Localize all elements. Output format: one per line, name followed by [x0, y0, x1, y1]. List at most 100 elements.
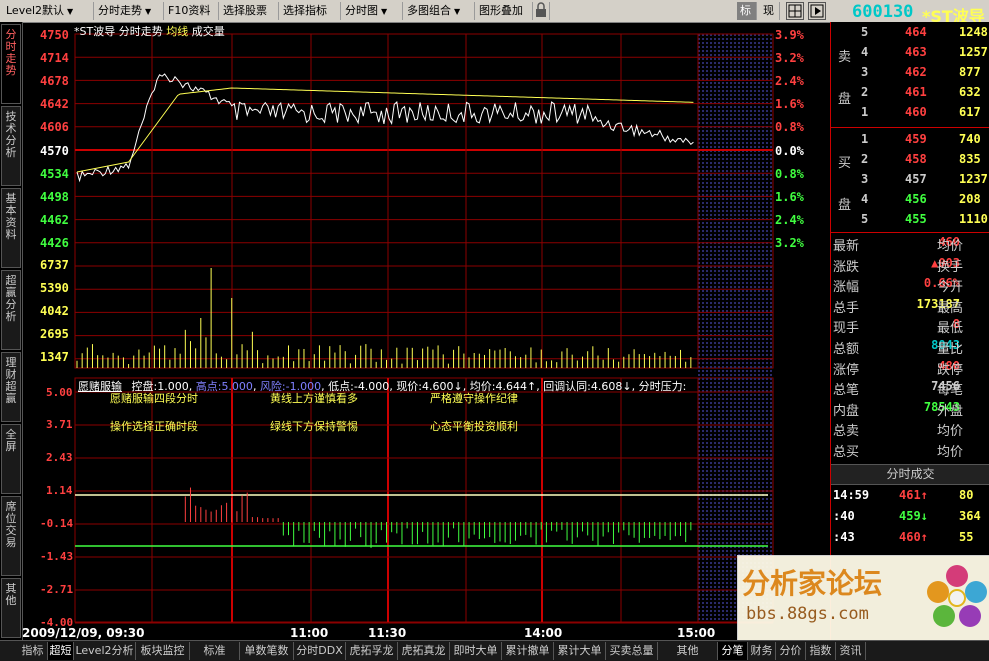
intraday-chart[interactable]: *ST波导 分时走势 均线 成交量 4750 4714 4678 4642 46… — [22, 22, 830, 640]
tab-technical[interactable]: 技术分析 — [1, 106, 21, 186]
sell-level-row[interactable]: 1 460 617 — [831, 105, 989, 124]
order-level: 4 — [861, 192, 869, 206]
divider — [831, 127, 989, 128]
tab-finance[interactable]: 理财超赢 — [1, 352, 21, 422]
buy-level-row[interactable]: 5 455 1110 — [831, 212, 989, 231]
bottom-tab[interactable]: 累计撤单 — [502, 642, 554, 660]
top-toolbar: Level2默认 ▼ 分时走势 ▼ F10资料 选择股票 选择指标 分时图 ▼ 多图组… — [0, 0, 989, 23]
sell-level-row[interactable]: 4 463 1257 — [831, 45, 989, 64]
chart-header-item: 均线 — [166, 25, 189, 38]
toolbar-label: 分时走势 — [98, 4, 142, 17]
indicator-param-value: 5.000 — [221, 380, 253, 393]
play-icon[interactable] — [808, 2, 826, 20]
tab-other[interactable]: 其他 — [1, 578, 21, 638]
toolbar-intraday-dropdown[interactable]: 分时走势 ▼ — [94, 2, 164, 20]
buy-level-row[interactable]: 2 458 835 — [831, 152, 989, 171]
bottom-tab[interactable]: 指标 — [18, 642, 48, 660]
bottom-tab[interactable]: 虎拓真龙 — [398, 642, 450, 660]
bottom-tab[interactable]: 买卖总量 — [606, 642, 658, 660]
stat-label: 总额 — [833, 342, 860, 357]
bottom-tab[interactable]: 单数笔数 — [240, 642, 294, 660]
bottom-tab[interactable]: 其他 — [658, 642, 718, 660]
toolbar-select-stock-button[interactable]: 选择股票 — [219, 2, 279, 20]
toolbar-overlay-button[interactable]: 图形叠加 — [475, 2, 533, 20]
toolbar-f10-button[interactable]: F10资料 — [164, 2, 219, 20]
bottom-tab[interactable]: 虎拓孚龙 — [346, 642, 398, 660]
tab-intraday[interactable]: 分时走势 — [1, 24, 21, 104]
chevron-down-icon: ▼ — [454, 7, 461, 16]
pct-axis-label: 3.2% — [775, 51, 804, 65]
stat-label: 外盘 — [937, 403, 964, 419]
order-level: 2 — [861, 152, 869, 166]
trade-price: 459↓ — [899, 509, 928, 523]
order-level: 5 — [861, 25, 869, 39]
stat-row: 总买 均价 — [831, 441, 989, 460]
bottom-tab[interactable]: 超短 — [48, 642, 74, 660]
stat-row: 总额 8043 量比 — [831, 338, 989, 357]
bottom-tab[interactable]: 分价 — [776, 642, 806, 660]
volume-axis-label: 1347 — [40, 350, 69, 364]
order-level: 3 — [861, 65, 869, 79]
chart-canvas — [74, 33, 774, 624]
bottom-tab[interactable]: 分笔 — [718, 642, 748, 660]
sell-level-row[interactable]: 3 462 877 — [831, 65, 989, 84]
order-price: 458 — [905, 152, 927, 166]
chevron-down-icon: ▼ — [381, 7, 388, 16]
stat-label: 均价 — [937, 445, 964, 460]
trade-volume: 80 — [959, 488, 974, 502]
indicator-note: 愿赌服输四段分时 — [110, 392, 198, 405]
grid-icon[interactable] — [786, 2, 804, 20]
bottom-tab[interactable]: Level2分析 — [74, 642, 136, 660]
quote-panel: 卖 盘 5 464 1248 4 463 1257 3 462 877 2 46… — [830, 22, 989, 640]
order-volume: 877 — [959, 65, 981, 79]
toolbar-select-indicator-button[interactable]: 选择指标 — [279, 2, 341, 20]
price-axis-label: 4534 — [40, 167, 69, 181]
order-price: 457 — [905, 172, 927, 186]
price-axis-label: 4606 — [40, 120, 69, 134]
sell-level-row[interactable]: 2 461 632 — [831, 85, 989, 104]
indicator-param-label: 高点: — [195, 380, 222, 393]
trade-row: :43 460↑ 55 — [831, 530, 989, 549]
bottom-tab[interactable]: 资讯 — [836, 642, 866, 660]
buy-level-row[interactable]: 3 457 1237 — [831, 172, 989, 191]
buy-level-row[interactable]: 1 459 740 — [831, 132, 989, 151]
indicator-param-label: 现价: — [396, 380, 423, 393]
indicator-param-label: 回调认同: — [543, 380, 591, 393]
stat-label: 最高 — [937, 300, 964, 316]
bottom-tab[interactable]: 即时大单 — [450, 642, 502, 660]
toolbar-layout-dropdown[interactable]: Level2默认 ▼ — [2, 2, 94, 20]
trade-volume: 364 — [959, 509, 981, 523]
toolbar-standard-button[interactable]: 标 — [737, 2, 757, 20]
toolbar-current-button[interactable]: 现 — [760, 2, 780, 20]
indicator-axis-label: -2.71 — [40, 583, 74, 596]
toolbar-chart-dropdown[interactable]: 分时图 ▼ — [341, 2, 403, 20]
tab-fundamentals[interactable]: 基本资料 — [1, 188, 21, 268]
bottom-tab[interactable]: 指数 — [806, 642, 836, 660]
stat-label: 均价 — [937, 239, 964, 254]
order-level: 5 — [861, 212, 869, 226]
pct-axis-label: 0.0% — [775, 144, 804, 158]
tab-label: 分时走势 — [5, 28, 17, 77]
lock-icon[interactable] — [534, 2, 550, 20]
bottom-tab[interactable]: 分时DDX — [294, 642, 346, 660]
price-line — [76, 73, 694, 183]
buy-level-row[interactable]: 4 456 208 — [831, 192, 989, 211]
order-volume: 740 — [959, 132, 981, 146]
trade-row: :40 459↓ 364 — [831, 509, 989, 528]
order-volume: 1248 — [959, 25, 988, 39]
toolbar-multichart-dropdown[interactable]: 多图组合 ▼ — [403, 2, 475, 20]
tab-label: 席位交易 — [5, 500, 17, 549]
bottom-tab[interactable]: 板块监控 — [136, 642, 190, 660]
order-volume: 1237 — [959, 172, 988, 186]
bottom-tab[interactable]: 财务 — [748, 642, 776, 660]
tab-fullscreen[interactable]: 全屏 — [1, 424, 21, 494]
trades-header[interactable]: 分时成交 — [831, 464, 989, 485]
bottom-tab[interactable]: 累计大单 — [554, 642, 606, 660]
indicator-note: 黄线上方谨慎看多 — [270, 392, 358, 405]
tab-super-analysis[interactable]: 超赢分析 — [1, 270, 21, 350]
time-axis-tick: 15:00 — [677, 626, 716, 640]
tab-seat-trading[interactable]: 席位交易 — [1, 496, 21, 576]
bottom-tab[interactable]: 标准 — [190, 642, 240, 660]
indicator-param-label: 分时压力: — [638, 380, 687, 393]
sell-level-row[interactable]: 5 464 1248 — [831, 25, 989, 44]
